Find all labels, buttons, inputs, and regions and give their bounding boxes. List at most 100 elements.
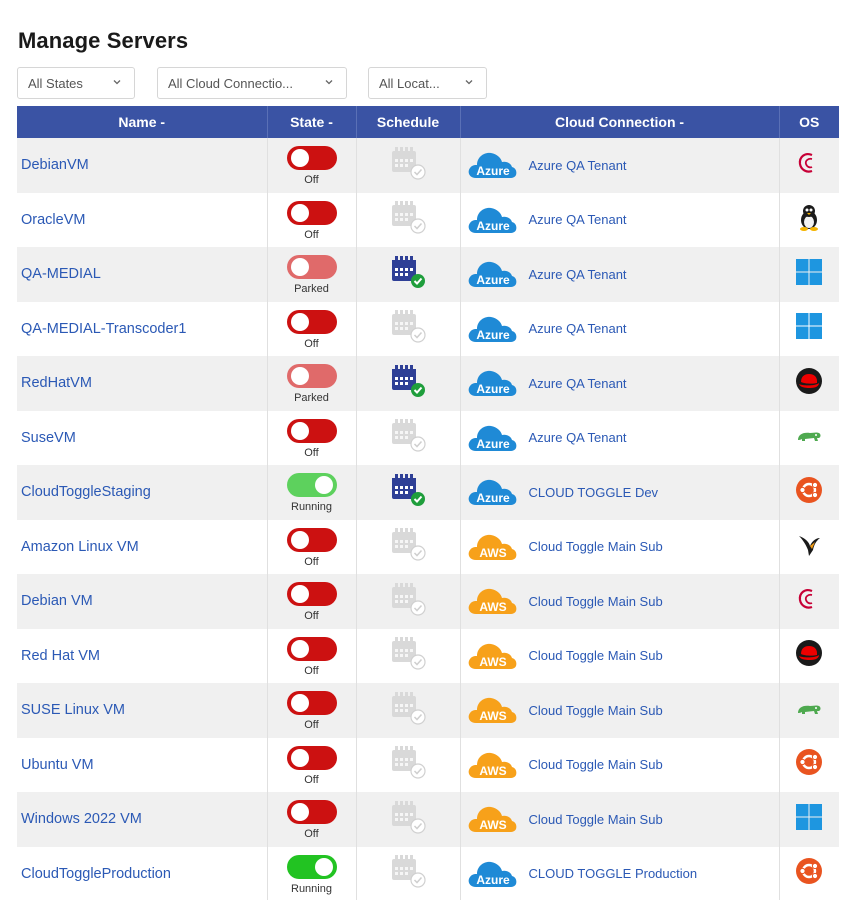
toggle-knob xyxy=(290,585,309,604)
state-label: Running xyxy=(291,882,332,895)
svg-text:AWS: AWS xyxy=(479,764,506,778)
schedule-cell xyxy=(356,410,461,465)
server-name-link[interactable]: QA-MEDIAL xyxy=(17,247,268,302)
server-name-link[interactable]: CloudToggleProduction xyxy=(17,846,268,900)
schedule-cell xyxy=(356,683,461,738)
server-name-link[interactable]: Ubuntu VM xyxy=(17,737,268,792)
cloud-connection-link[interactable]: Azure QA Tenant xyxy=(529,321,627,336)
schedule-inactive-icon[interactable] xyxy=(389,308,427,344)
schedule-cell xyxy=(356,301,461,356)
cloud-connection-link[interactable]: Cloud Toggle Main Sub xyxy=(529,594,663,609)
aws-cloud-icon: AWS xyxy=(466,747,518,783)
server-name-link[interactable]: SuseVM xyxy=(17,410,268,465)
server-name-link[interactable]: DebianVM xyxy=(17,138,268,193)
state-filter-dropdown[interactable]: All States xyxy=(17,67,135,99)
schedule-active-icon[interactable] xyxy=(389,472,427,508)
cloud-connection-cell: Azure Azure QA Tenant xyxy=(460,247,780,302)
os-cell xyxy=(779,302,839,357)
column-header-schedule[interactable]: Schedule xyxy=(356,106,461,138)
toggle-knob xyxy=(290,803,309,822)
cloud-connection-link[interactable]: Azure QA Tenant xyxy=(529,376,627,391)
power-toggle[interactable] xyxy=(286,255,337,280)
schedule-inactive-icon[interactable] xyxy=(389,581,427,617)
schedule-inactive-icon[interactable] xyxy=(389,417,427,453)
cloud-connection-link[interactable]: Cloud Toggle Main Sub xyxy=(529,703,663,718)
cloud-connection-cell: Azure Azure QA Tenant xyxy=(460,138,780,193)
windows-icon xyxy=(795,258,823,286)
azure-cloud-icon: Azure xyxy=(466,474,518,510)
azure-cloud-icon: Azure xyxy=(466,420,518,456)
power-toggle[interactable] xyxy=(286,418,337,443)
table-body: DebianVM Off Azure Azure QA Tenant OracleVM O… xyxy=(17,138,839,900)
table-row: Ubuntu VM Off AWS Cloud Toggle Main Sub xyxy=(17,737,839,792)
power-toggle[interactable] xyxy=(286,527,337,552)
windows-icon xyxy=(795,803,823,831)
server-name-link[interactable]: Red Hat VM xyxy=(17,628,268,683)
power-toggle[interactable] xyxy=(286,745,337,770)
schedule-inactive-icon[interactable] xyxy=(389,635,427,671)
toggle-knob xyxy=(314,857,333,876)
power-toggle[interactable] xyxy=(286,800,337,825)
cloud-connection-link[interactable]: Cloud Toggle Main Sub xyxy=(529,539,663,554)
state-cell: Off xyxy=(267,574,357,629)
schedule-cell xyxy=(356,356,461,411)
power-toggle[interactable] xyxy=(286,636,337,661)
cloud-connection-link[interactable]: Cloud Toggle Main Sub xyxy=(529,648,663,663)
power-toggle[interactable] xyxy=(286,364,337,389)
schedule-active-icon[interactable] xyxy=(389,254,427,290)
power-toggle[interactable] xyxy=(286,854,337,879)
server-name-link[interactable]: CloudToggleStaging xyxy=(17,465,268,520)
schedule-inactive-icon[interactable] xyxy=(389,526,427,562)
cloud-connection-link[interactable]: CLOUD TOGGLE Production xyxy=(529,866,698,881)
location-filter-dropdown[interactable]: All Locat... xyxy=(368,67,487,99)
state-label: Off xyxy=(304,773,319,786)
cloud-connection-link[interactable]: Cloud Toggle Main Sub xyxy=(529,757,663,772)
os-cell xyxy=(779,574,839,629)
table-row: OracleVM Off Azure Azure QA Tenant xyxy=(17,192,839,247)
table-row: DebianVM Off Azure Azure QA Tenant xyxy=(17,138,839,193)
schedule-inactive-icon[interactable] xyxy=(389,853,427,889)
power-toggle[interactable] xyxy=(286,309,337,334)
os-cell xyxy=(779,629,839,684)
cloud-connection-link[interactable]: Azure QA Tenant xyxy=(529,212,627,227)
schedule-inactive-icon[interactable] xyxy=(389,690,427,726)
column-header-os[interactable]: OS xyxy=(779,106,839,138)
state-label: Parked xyxy=(294,283,329,296)
state-label: Off xyxy=(304,555,319,568)
power-toggle[interactable] xyxy=(286,582,337,607)
column-header-name[interactable]: Name - xyxy=(17,106,268,138)
state-filter-value: All States xyxy=(28,75,83,91)
column-header-cloud-connection[interactable]: Cloud Connection - xyxy=(460,106,780,138)
schedule-active-icon[interactable] xyxy=(389,363,427,399)
cloud-connection-link[interactable]: Azure QA Tenant xyxy=(529,267,627,282)
state-label: Off xyxy=(304,228,319,241)
server-name-link[interactable]: Amazon Linux VM xyxy=(17,519,268,574)
power-toggle[interactable] xyxy=(286,691,337,716)
power-toggle[interactable] xyxy=(286,200,337,225)
cloud-connection-link[interactable]: CLOUD TOGGLE Dev xyxy=(529,485,659,500)
cloud-connection-link[interactable]: Azure QA Tenant xyxy=(529,158,627,173)
state-label: Off xyxy=(304,828,319,841)
server-name-link[interactable]: Debian VM xyxy=(17,574,268,629)
schedule-inactive-icon[interactable] xyxy=(389,145,427,181)
server-name-link[interactable]: RedHatVM xyxy=(17,356,268,411)
os-cell xyxy=(779,847,839,900)
schedule-inactive-icon[interactable] xyxy=(389,799,427,835)
power-toggle[interactable] xyxy=(286,146,337,171)
server-name-link[interactable]: Windows 2022 VM xyxy=(17,792,268,847)
cloud-connection-link[interactable]: Azure QA Tenant xyxy=(529,430,627,445)
schedule-inactive-icon[interactable] xyxy=(389,744,427,780)
server-name-link[interactable]: SUSE Linux VM xyxy=(17,683,268,738)
server-name-link[interactable]: OracleVM xyxy=(17,192,268,247)
azure-cloud-icon: Azure xyxy=(466,202,518,238)
schedule-cell xyxy=(356,465,461,520)
column-header-state[interactable]: State - xyxy=(267,106,357,138)
cloud-connection-link[interactable]: Cloud Toggle Main Sub xyxy=(529,812,663,827)
toggle-knob xyxy=(290,149,309,168)
server-name-link[interactable]: QA-MEDIAL-Transcoder1 xyxy=(17,301,268,356)
cloud-connection-filter-dropdown[interactable]: All Cloud Connectio... xyxy=(157,67,347,99)
azure-cloud-icon: Azure xyxy=(466,256,518,292)
power-toggle[interactable] xyxy=(286,473,337,498)
schedule-inactive-icon[interactable] xyxy=(389,199,427,235)
table-row: Amazon Linux VM Off AWS Cloud Toggle Main S… xyxy=(17,519,839,574)
